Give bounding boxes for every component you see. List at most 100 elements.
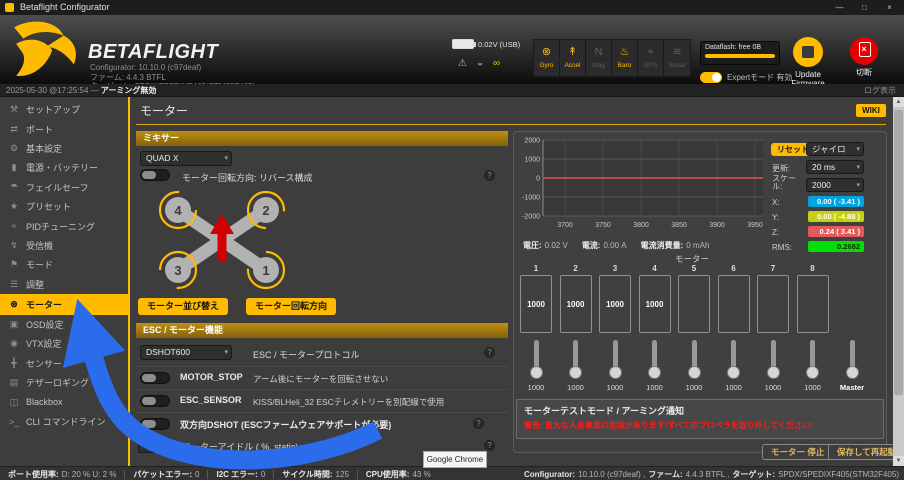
motor-idle-stepper[interactable]: ▲▼: [160, 438, 171, 453]
disconnect-usb-icon: ×: [850, 37, 878, 65]
firmware-chip-icon: [793, 37, 823, 67]
svg-text:3: 3: [174, 263, 181, 278]
motor-slider-thumb[interactable]: [767, 366, 780, 379]
sidebar-item[interactable]: ★プリセット: [0, 197, 128, 216]
maximize-button[interactable]: □: [852, 0, 877, 15]
battery-icon: [452, 39, 474, 49]
motor-stop-button[interactable]: モーター 停止: [762, 444, 833, 460]
gear-icon: ⚙: [8, 143, 20, 154]
battery-icon: ▮: [8, 162, 20, 173]
sidebar-item[interactable]: ◉VTX設定: [0, 334, 128, 353]
sidebar-item[interactable]: >_CLI コマンドライン: [0, 412, 128, 431]
sidebar-item[interactable]: ⚑モード: [0, 255, 128, 274]
motor-slider-thumb[interactable]: [727, 366, 740, 379]
scroll-up-icon[interactable]: ▲: [893, 97, 904, 107]
sidebar-item-label: セットアップ: [26, 103, 80, 116]
motor-direction-button[interactable]: モーター回転方向: [246, 298, 336, 315]
sidebar-item-label: フェイルセーフ: [26, 181, 88, 194]
svg-text:3950: 3950: [747, 222, 763, 229]
motor-number: 3: [599, 264, 631, 273]
wiki-button[interactable]: WIKI: [856, 104, 886, 117]
sidebar-item-label: モード: [26, 258, 53, 271]
svg-text:2000: 2000: [524, 138, 540, 145]
sidebar-item[interactable]: ⚒セットアップ: [0, 100, 128, 119]
disconnect-button[interactable]: × 切断: [842, 37, 886, 77]
esc-feature-desc: アーム後にモーターを回転させない: [253, 373, 388, 385]
svg-text:1: 1: [262, 263, 269, 278]
sidebar-item-label: プリセット: [26, 200, 71, 213]
dataflash-label: Dataflash: free 0B: [705, 44, 775, 51]
status-divider: [207, 470, 208, 479]
warning-message: 警告: 重大な人身事故の危険があります!すべてのプロペラを取り外してください!: [517, 417, 883, 431]
warning-title: モーターテストモード / アーミング通知: [517, 400, 883, 417]
status-segment: サイクル時間:125: [282, 469, 349, 480]
esc-feature-help-icon[interactable]: ?: [473, 418, 484, 429]
sidebar-item[interactable]: ◫Blackbox: [0, 392, 128, 411]
scale-select[interactable]: 2000: [806, 178, 864, 192]
motor-slider-thumb[interactable]: [609, 366, 622, 379]
esc-feature-toggle[interactable]: [140, 372, 170, 384]
motor-idle-input[interactable]: 5: [138, 438, 160, 453]
sidebar-item[interactable]: ≈PIDチューニング: [0, 216, 128, 235]
motor-direction-reverse-toggle[interactable]: [140, 169, 170, 181]
sidebar-item[interactable]: ╋センサー: [0, 354, 128, 373]
expert-mode: Expertモード 有効: [700, 72, 792, 83]
scrollbar-thumb[interactable]: [894, 110, 903, 395]
accel-icon: ↟: [560, 40, 585, 64]
close-button[interactable]: ×: [877, 0, 902, 15]
motor-slider-thumb[interactable]: [648, 366, 661, 379]
expert-mode-toggle[interactable]: [700, 72, 722, 83]
axis-label: RMS:: [772, 243, 792, 252]
motor-slider-thumb[interactable]: [688, 366, 701, 379]
sidebar-item[interactable]: ▮電源・バッテリー: [0, 158, 128, 177]
scroll-down-icon[interactable]: ▼: [893, 456, 904, 466]
refresh-select[interactable]: 20 ms: [806, 160, 864, 174]
titlebar: Betaflight Configurator — □ ×: [0, 0, 904, 15]
sidebar-item[interactable]: ☰調整: [0, 275, 128, 294]
mixer-help-icon[interactable]: ?: [484, 170, 495, 181]
esc-feature-toggle[interactable]: [140, 395, 170, 407]
motor-number: 7: [757, 264, 789, 273]
sidebar-item[interactable]: ↯受信機: [0, 236, 128, 255]
refresh-label: 更新:: [772, 163, 790, 174]
sidebar-item[interactable]: ⊛モーター: [0, 294, 128, 315]
telemetry-item: 電流:0.00 A: [582, 240, 627, 251]
motor-slider-thumb[interactable]: [569, 366, 582, 379]
esc-protocol-select[interactable]: DSHOT600: [140, 345, 232, 360]
sensor-label: GPS: [638, 62, 663, 69]
update-firmware-button[interactable]: Update Firmware: [786, 37, 830, 88]
graph-source-select[interactable]: ジャイロ: [806, 142, 864, 156]
esc-feature-row: MOTOR_STOPアーム後にモーターを回転させない: [136, 366, 508, 389]
summary-label: ターゲット:: [732, 469, 775, 480]
link-icon: ∞: [493, 58, 500, 69]
mixer-type-select[interactable]: QUAD X: [140, 151, 232, 166]
sidebar-item[interactable]: ☂フェイルセーフ: [0, 178, 128, 197]
ports-icon: ⇄: [8, 124, 20, 135]
esc-section-header: ESC / モーター機能: [136, 323, 508, 338]
sidebar-item[interactable]: ⚙基本設定: [0, 139, 128, 158]
sidebar-item[interactable]: ▤テザーロギング: [0, 373, 128, 392]
motor-slider-value: 1000: [639, 383, 671, 392]
svg-text:-2000: -2000: [522, 214, 540, 221]
esc-feature-row: ESC_SENSORKISS/BLHeli_32 ESCテレメトリーを別配線で使…: [136, 389, 508, 412]
scrollbar[interactable]: ▲ ▼: [893, 97, 904, 466]
sidebar-item[interactable]: ⇄ポート: [0, 119, 128, 138]
summary-value: SPDX/SPEDIXF405(STM32F405): [778, 470, 899, 479]
esc-protocol-help-icon[interactable]: ?: [484, 347, 495, 358]
master-slider-thumb[interactable]: [846, 366, 859, 379]
dataflash-bar: [705, 54, 775, 58]
motor-idle-help-icon[interactable]: ?: [484, 440, 495, 451]
window-title: Betaflight Configurator: [20, 2, 110, 12]
show-log-link[interactable]: ログ表示: [864, 84, 896, 97]
minimize-button[interactable]: —: [827, 0, 852, 15]
motor-slider-thumb[interactable]: [806, 366, 819, 379]
sidebar-item-label: 受信機: [26, 239, 53, 252]
svg-text:3900: 3900: [709, 222, 725, 229]
esc-feature-toggle[interactable]: [140, 418, 170, 430]
motor-slider-value: 1000: [797, 383, 829, 392]
motor-slider-thumb[interactable]: [530, 366, 543, 379]
sidebar-item-label: Blackbox: [26, 397, 63, 407]
sidebar-item[interactable]: ▣OSD設定: [0, 315, 128, 334]
motor-reorder-button[interactable]: モーター並び替え: [138, 298, 228, 315]
motor-number: 6: [718, 264, 750, 273]
